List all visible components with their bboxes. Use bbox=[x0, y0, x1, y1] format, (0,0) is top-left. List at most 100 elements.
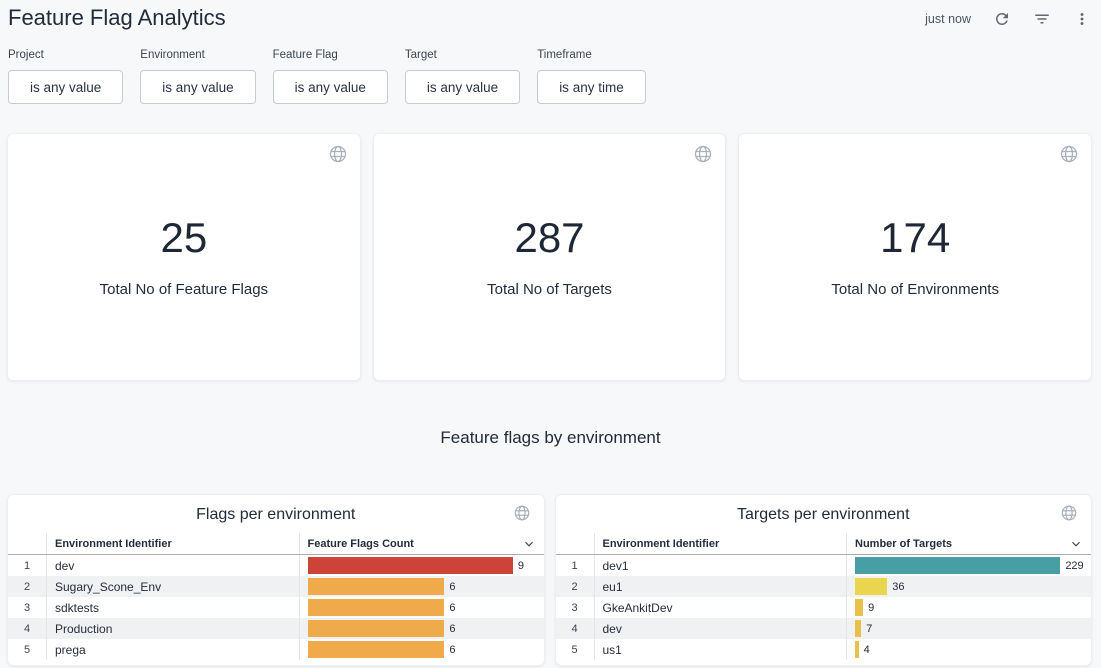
bar-value-label: 7 bbox=[866, 623, 872, 635]
chart-title: Flags per environment bbox=[8, 495, 544, 533]
environment-identifier-cell: sdktests bbox=[46, 597, 299, 618]
kebab-menu-icon[interactable] bbox=[1073, 10, 1091, 28]
section-title: Feature flags by environment bbox=[0, 428, 1101, 448]
globe-icon bbox=[1059, 144, 1079, 164]
environment-identifier-cell: dev bbox=[46, 555, 299, 576]
category-column-header[interactable]: Environment Identifier bbox=[46, 533, 299, 554]
bar-value-label: 6 bbox=[449, 581, 455, 593]
environment-filter-button[interactable]: is any value bbox=[140, 70, 255, 104]
bar bbox=[855, 557, 1060, 574]
environment-identifier-cell: prega bbox=[46, 639, 299, 660]
bar-value-label: 4 bbox=[864, 644, 870, 656]
globe-icon bbox=[513, 504, 531, 522]
bar-value-label: 36 bbox=[892, 581, 904, 593]
table-row[interactable]: 4 dev 7 bbox=[556, 618, 1092, 639]
value-cell: 6 bbox=[299, 597, 544, 618]
data-table: Environment Identifier Number of Targets… bbox=[556, 533, 1092, 660]
value-cell: 6 bbox=[299, 618, 544, 639]
table-row[interactable]: 5 prega 6 bbox=[8, 639, 544, 660]
value-column-label: Number of Targets bbox=[855, 538, 952, 550]
globe-icon bbox=[328, 144, 348, 164]
row-index: 2 bbox=[556, 576, 594, 597]
last-updated-text: just now bbox=[925, 12, 971, 26]
bar-value-label: 9 bbox=[518, 560, 524, 572]
table-body: 1 dev1 229 2 eu1 36 3 GkeAnkitDev 9 4 de… bbox=[556, 555, 1092, 660]
table-row[interactable]: 5 us1 4 bbox=[556, 639, 1092, 660]
table-header-row: Environment Identifier Number of Targets bbox=[556, 533, 1092, 555]
table-row[interactable]: 2 Sugary_Scone_Env 6 bbox=[8, 576, 544, 597]
filter-label: Environment bbox=[140, 49, 255, 61]
filter-label: Project bbox=[8, 49, 123, 61]
table-row[interactable]: 1 dev 9 bbox=[8, 555, 544, 576]
filter-label: Timeframe bbox=[537, 49, 646, 61]
environment-identifier-cell: Sugary_Scone_Env bbox=[46, 576, 299, 597]
bar-value-label: 6 bbox=[449, 644, 455, 656]
data-table: Environment Identifier Feature Flags Cou… bbox=[8, 533, 544, 660]
top-bar: Feature Flag Analytics just now bbox=[0, 0, 1101, 31]
tables-row: Flags per environment Environment Identi… bbox=[7, 494, 1092, 666]
kpi-card-targets: 287 Total No of Targets bbox=[373, 133, 727, 381]
environment-identifier-cell: Production bbox=[46, 618, 299, 639]
bar-value-label: 229 bbox=[1065, 560, 1083, 572]
kpi-label: Total No of Feature Flags bbox=[100, 281, 268, 298]
kpi-value: 25 bbox=[160, 217, 207, 259]
table-row[interactable]: 1 dev1 229 bbox=[556, 555, 1092, 576]
chevron-down-icon[interactable] bbox=[1069, 537, 1083, 551]
bar-value-label: 6 bbox=[449, 602, 455, 614]
filter-group-target: Target is any value bbox=[405, 49, 520, 104]
feature-flag-filter-button[interactable]: is any value bbox=[273, 70, 388, 104]
bar bbox=[855, 578, 887, 595]
filter-label: Target bbox=[405, 49, 520, 61]
row-index: 3 bbox=[556, 597, 594, 618]
value-cell: 9 bbox=[846, 597, 1091, 618]
row-index: 3 bbox=[8, 597, 46, 618]
environment-identifier-cell: dev bbox=[594, 618, 847, 639]
value-cell: 229 bbox=[846, 555, 1091, 576]
refresh-icon[interactable] bbox=[993, 10, 1011, 28]
index-column-header bbox=[8, 533, 46, 554]
value-cell: 9 bbox=[299, 555, 544, 576]
row-index: 1 bbox=[556, 555, 594, 576]
project-filter-button[interactable]: is any value bbox=[8, 70, 123, 104]
environment-identifier-cell: dev1 bbox=[594, 555, 847, 576]
environment-identifier-cell: GkeAnkitDev bbox=[594, 597, 847, 618]
flags-per-environment-card: Flags per environment Environment Identi… bbox=[7, 494, 545, 666]
table-row[interactable]: 4 Production 6 bbox=[8, 618, 544, 639]
value-column-header[interactable]: Number of Targets bbox=[846, 533, 1091, 554]
value-column-header[interactable]: Feature Flags Count bbox=[299, 533, 544, 554]
bar-value-label: 6 bbox=[449, 623, 455, 635]
filter-icon[interactable] bbox=[1033, 10, 1051, 28]
page-title: Feature Flag Analytics bbox=[8, 3, 226, 31]
row-index: 5 bbox=[8, 639, 46, 660]
kpi-value: 287 bbox=[514, 217, 584, 259]
index-column-header bbox=[556, 533, 594, 554]
filter-group-feature-flag: Feature Flag is any value bbox=[273, 49, 388, 104]
row-index: 4 bbox=[556, 618, 594, 639]
bar bbox=[855, 620, 861, 637]
filter-group-environment: Environment is any value bbox=[140, 49, 255, 104]
table-row[interactable]: 3 sdktests 6 bbox=[8, 597, 544, 618]
chevron-down-icon[interactable] bbox=[522, 537, 536, 551]
filter-group-project: Project is any value bbox=[8, 49, 123, 104]
bar bbox=[855, 599, 863, 616]
bar bbox=[855, 641, 859, 658]
kpi-row: 25 Total No of Feature Flags 287 Total N… bbox=[7, 133, 1092, 381]
environment-identifier-cell: eu1 bbox=[594, 576, 847, 597]
timeframe-filter-button[interactable]: is any time bbox=[537, 70, 646, 104]
table-body: 1 dev 9 2 Sugary_Scone_Env 6 3 sdktests … bbox=[8, 555, 544, 660]
kpi-card-environments: 174 Total No of Environments bbox=[738, 133, 1092, 381]
kpi-card-feature-flags: 25 Total No of Feature Flags bbox=[7, 133, 361, 381]
row-index: 5 bbox=[556, 639, 594, 660]
filter-label: Feature Flag bbox=[273, 49, 388, 61]
bar-value-label: 9 bbox=[868, 602, 874, 614]
row-index: 1 bbox=[8, 555, 46, 576]
bar bbox=[308, 620, 445, 637]
table-row[interactable]: 3 GkeAnkitDev 9 bbox=[556, 597, 1092, 618]
dashboard-page: Feature Flag Analytics just now Project … bbox=[0, 0, 1101, 668]
bar bbox=[308, 578, 445, 595]
target-filter-button[interactable]: is any value bbox=[405, 70, 520, 104]
table-row[interactable]: 2 eu1 36 bbox=[556, 576, 1092, 597]
bar bbox=[308, 599, 445, 616]
category-column-header[interactable]: Environment Identifier bbox=[594, 533, 847, 554]
chart-title: Targets per environment bbox=[556, 495, 1092, 533]
